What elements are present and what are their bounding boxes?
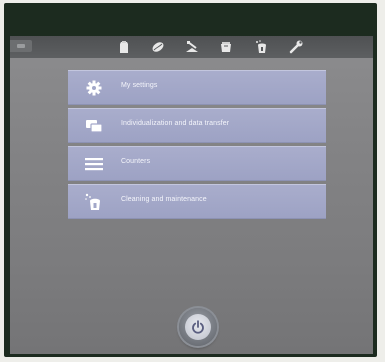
menu-item-my-settings[interactable]: My settings [68,70,326,105]
cleaning-icon[interactable] [254,39,270,55]
cleaning-icon [84,193,104,211]
menu-item-label: Cleaning and maintenance [121,196,207,203]
coffee-bean-icon[interactable] [150,39,166,55]
power-button-face [185,314,211,340]
back-tab[interactable] [10,40,32,52]
top-toolbar [10,36,373,58]
menu-item-individualization[interactable]: Individualization and data transfer [68,108,326,143]
bag-icon[interactable] [116,39,132,55]
menu-item-counters[interactable]: Counters [68,146,326,181]
display-screen: My settings Individualization and data t… [10,36,373,354]
power-button[interactable] [179,308,217,346]
milk-container-icon[interactable] [218,39,234,55]
power-icon [192,320,204,334]
ground-coffee-icon[interactable] [184,39,200,55]
menu-lines-icon [84,155,104,173]
device-frame: My settings Individualization and data t… [0,0,385,362]
menu-item-label: Counters [121,158,151,165]
menu-item-cleaning[interactable]: Cleaning and maintenance [68,184,326,219]
main-menu: My settings Individualization and data t… [68,70,326,222]
menu-item-label: Individualization and data transfer [121,120,230,127]
menu-item-label: My settings [121,82,158,89]
wrench-icon[interactable] [288,39,304,55]
gear-icon [84,79,104,97]
data-transfer-icon [84,117,104,135]
